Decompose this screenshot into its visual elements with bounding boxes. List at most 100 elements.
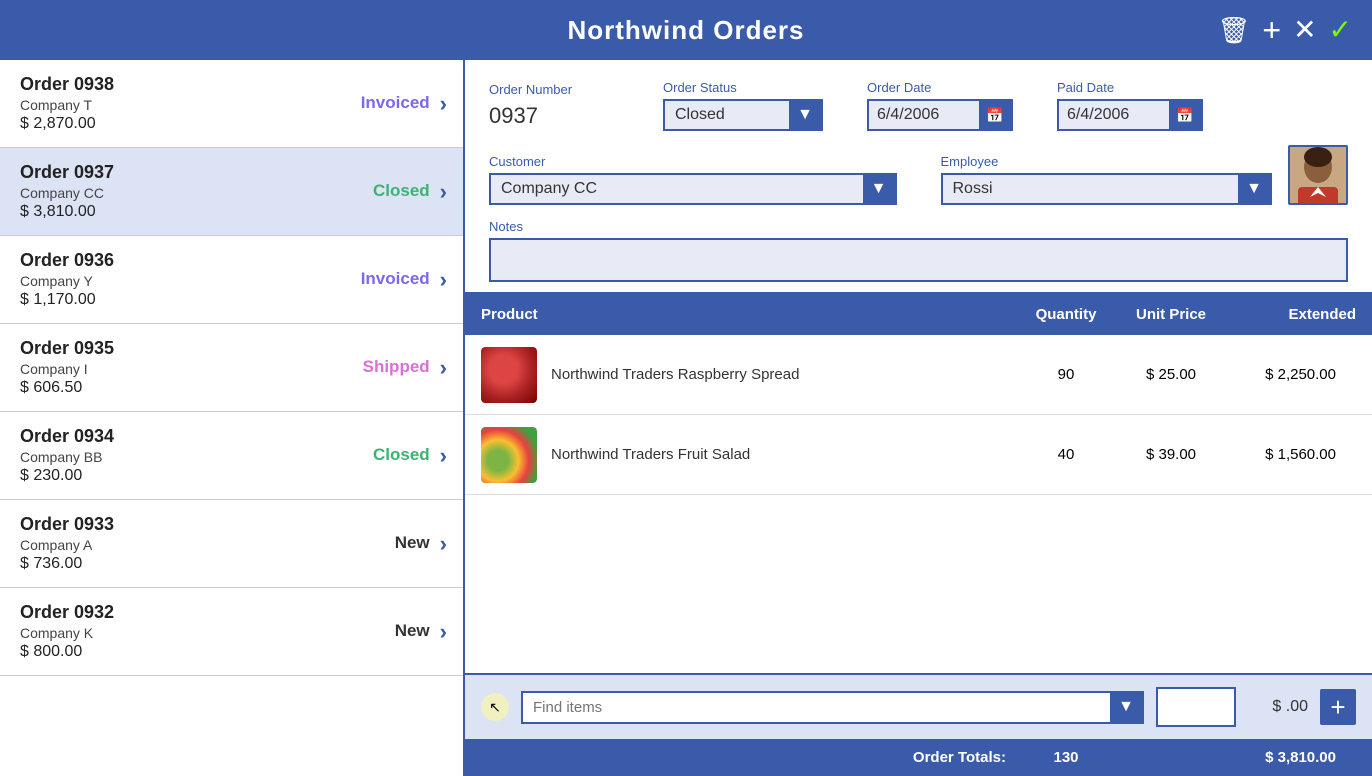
find-items-dropdown-btn[interactable]: ▼ xyxy=(1110,693,1142,722)
totals-amount: $ 3,810.00 xyxy=(1226,749,1356,766)
order-amount: $ 2,870.00 xyxy=(20,115,361,133)
chevron-right-icon: › xyxy=(440,91,447,117)
order-name: Order 0938 xyxy=(20,74,361,95)
list-item[interactable]: Order 0934 Company BB $ 230.00 Closed › xyxy=(0,412,463,500)
customer-field: Customer Company CC ▼ xyxy=(489,154,897,205)
paid-date-calendar-btn[interactable]: 📅 xyxy=(1169,101,1201,129)
order-items-table: Product Quantity Unit Price Extended Nor… xyxy=(465,294,1372,673)
close-button[interactable]: ✕ xyxy=(1293,16,1316,44)
notes-input[interactable] xyxy=(489,238,1348,282)
chevron-right-icon: › xyxy=(440,267,447,293)
order-name: Order 0934 xyxy=(20,426,373,447)
employee-label: Employee xyxy=(941,154,1273,169)
order-company: Company T xyxy=(20,97,361,113)
order-status: Closed xyxy=(373,445,430,465)
order-status-label: Order Status xyxy=(663,80,823,95)
chevron-right-icon: › xyxy=(440,179,447,205)
totals-row: Order Totals: 130 $ 3,810.00 xyxy=(465,739,1372,776)
order-status-dropdown[interactable]: Closed ▼ xyxy=(663,99,823,131)
totals-label: Order Totals: xyxy=(481,749,1016,766)
order-date-calendar-btn[interactable]: 📅 xyxy=(979,101,1011,129)
order-date-value[interactable] xyxy=(869,101,979,129)
order-detail: Order Number 0937 Order Status Closed ▼ … xyxy=(465,60,1372,776)
add-item-button[interactable]: + xyxy=(1320,689,1356,725)
notes-label: Notes xyxy=(489,219,1348,234)
employee-value: Rossi xyxy=(943,175,1239,203)
order-status-value: Closed xyxy=(665,101,789,129)
orders-list: Order 0938 Company T $ 2,870.00 Invoiced… xyxy=(0,60,465,776)
chevron-right-icon: › xyxy=(440,619,447,645)
order-amount: $ 3,810.00 xyxy=(20,203,373,221)
product-extended: $ 1,560.00 xyxy=(1226,446,1356,463)
order-company: Company BB xyxy=(20,449,373,465)
main-content: Order 0938 Company T $ 2,870.00 Invoiced… xyxy=(0,60,1372,776)
find-items-input[interactable] xyxy=(523,693,1110,722)
order-name: Order 0937 xyxy=(20,162,373,183)
order-amount: $ 606.50 xyxy=(20,379,363,397)
avatar xyxy=(1288,145,1348,205)
add-quantity-input[interactable] xyxy=(1158,689,1234,725)
confirm-button[interactable]: ✓ xyxy=(1329,16,1352,44)
employee-dropdown-btn[interactable]: ▼ xyxy=(1238,175,1270,203)
table-row[interactable]: Northwind Traders Raspberry Spread 90 $ … xyxy=(465,335,1372,415)
order-info: Order 0935 Company I $ 606.50 xyxy=(20,338,363,397)
paid-date-input[interactable]: 📅 xyxy=(1057,99,1203,131)
paid-date-label: Paid Date xyxy=(1057,80,1203,95)
order-status: Closed xyxy=(373,181,430,201)
product-quantity: 40 xyxy=(1016,446,1116,463)
order-name: Order 0935 xyxy=(20,338,363,359)
form-area: Order Number 0937 Order Status Closed ▼ … xyxy=(465,60,1372,294)
delete-button[interactable]: 🗑 xyxy=(1217,17,1250,43)
order-status: Invoiced xyxy=(361,269,430,289)
product-quantity: 90 xyxy=(1016,366,1116,383)
employee-row: Employee Rossi ▼ xyxy=(941,145,1349,205)
employee-field: Employee Rossi ▼ xyxy=(941,154,1273,205)
product-unit-price: $ 25.00 xyxy=(1116,366,1226,383)
customer-dropdown[interactable]: Company CC ▼ xyxy=(489,173,897,205)
customer-label: Customer xyxy=(489,154,897,169)
order-company: Company CC xyxy=(20,185,373,201)
list-item[interactable]: Order 0935 Company I $ 606.50 Shipped › xyxy=(0,324,463,412)
order-status: New xyxy=(395,533,430,553)
th-product: Product xyxy=(481,302,1016,327)
product-name: Northwind Traders Raspberry Spread xyxy=(541,366,1016,383)
order-right: Invoiced xyxy=(361,269,430,291)
list-item[interactable]: Order 0937 Company CC $ 3,810.00 Closed … xyxy=(0,148,463,236)
product-thumbnail xyxy=(481,347,537,403)
find-items-wrap: ▼ xyxy=(521,691,1144,724)
order-info: Order 0937 Company CC $ 3,810.00 xyxy=(20,162,373,221)
th-unit-price: Unit Price xyxy=(1116,302,1226,327)
order-status-field: Order Status Closed ▼ xyxy=(663,80,823,131)
order-name: Order 0933 xyxy=(20,514,395,535)
list-item[interactable]: Order 0932 Company K $ 800.00 New › xyxy=(0,588,463,676)
order-company: Company I xyxy=(20,361,363,377)
cursor-icon: ↖ xyxy=(481,693,509,721)
th-quantity: Quantity xyxy=(1016,302,1116,327)
app-header: Northwind Orders 🗑 + ✕ ✓ xyxy=(0,0,1372,60)
order-status: New xyxy=(395,621,430,641)
product-name: Northwind Traders Fruit Salad xyxy=(541,446,1016,463)
order-number-field: Order Number 0937 xyxy=(489,82,609,131)
add-item-row: ↖ ▼ $ .00 + xyxy=(465,673,1372,739)
order-info: Order 0933 Company A $ 736.00 xyxy=(20,514,395,573)
list-item[interactable]: Order 0938 Company T $ 2,870.00 Invoiced… xyxy=(0,60,463,148)
paid-date-value[interactable] xyxy=(1059,101,1169,129)
employee-dropdown[interactable]: Rossi ▼ xyxy=(941,173,1273,205)
order-status-dropdown-btn[interactable]: ▼ xyxy=(789,101,821,129)
product-extended: $ 2,250.00 xyxy=(1226,366,1356,383)
list-item[interactable]: Order 0936 Company Y $ 1,170.00 Invoiced… xyxy=(0,236,463,324)
customer-dropdown-btn[interactable]: ▼ xyxy=(863,175,895,203)
table-row[interactable]: Northwind Traders Fruit Salad 40 $ 39.00… xyxy=(465,415,1372,495)
order-company: Company A xyxy=(20,537,395,553)
order-right: Shipped xyxy=(363,357,430,379)
add-order-button[interactable]: + xyxy=(1262,14,1281,46)
order-amount: $ 230.00 xyxy=(20,467,373,485)
notes-field-wrap: Notes xyxy=(489,219,1348,282)
order-info: Order 0936 Company Y $ 1,170.00 xyxy=(20,250,361,309)
order-date-input[interactable]: 📅 xyxy=(867,99,1013,131)
product-unit-price: $ 39.00 xyxy=(1116,446,1226,463)
table-header: Product Quantity Unit Price Extended xyxy=(465,294,1372,335)
order-company: Company K xyxy=(20,625,395,641)
order-name: Order 0936 xyxy=(20,250,361,271)
list-item[interactable]: Order 0933 Company A $ 736.00 New › xyxy=(0,500,463,588)
